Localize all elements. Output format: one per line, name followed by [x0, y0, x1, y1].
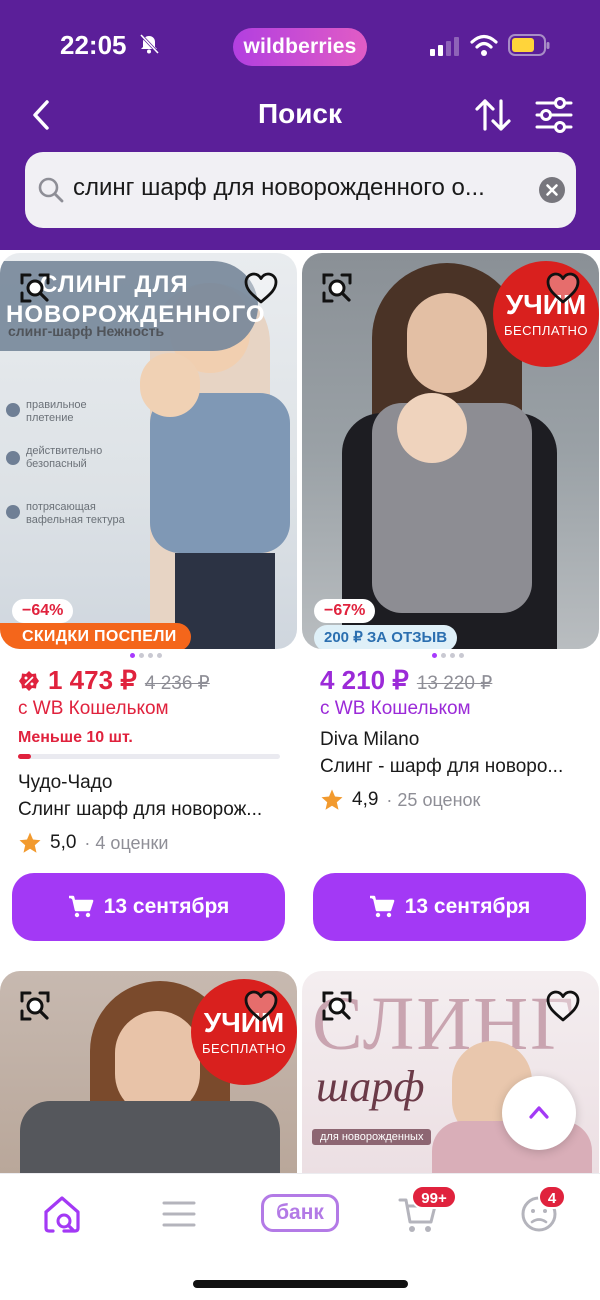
- add-to-cart-button[interactable]: 13 сентября: [313, 873, 586, 941]
- heart-icon[interactable]: [243, 989, 279, 1023]
- battery-icon: [508, 34, 550, 56]
- heart-icon[interactable]: [243, 271, 279, 305]
- catalog-menu-icon[interactable]: [157, 1192, 201, 1236]
- search-query[interactable]: слинг шарф для новорожденного о...: [73, 174, 533, 202]
- clear-icon[interactable]: [539, 177, 565, 203]
- rating-value: 4,9: [352, 789, 379, 810]
- stock-bar: [18, 754, 280, 759]
- feature-text: действительно безопасный: [26, 445, 103, 470]
- product-image-subtitle: шарф: [316, 1062, 425, 1111]
- product-brand: Diva Milano: [320, 729, 420, 750]
- cart-icon: [369, 895, 395, 918]
- product-name[interactable]: Слинг шарф для новорож...: [18, 799, 280, 821]
- cart-icon: [68, 895, 94, 918]
- search-icon: [38, 177, 64, 203]
- visual-search-icon[interactable]: [18, 989, 52, 1023]
- product-card[interactable]: УЧИМ БЕСПЛАТНО: [0, 971, 297, 1173]
- badge-line2: БЕСПЛАТНО: [201, 1041, 287, 1056]
- price-row: 1 473 ₽ 4 236 ₽: [18, 665, 210, 701]
- search-input[interactable]: слинг шарф для новорожденного о...: [25, 152, 576, 228]
- wallet-note: с WB Кошельком: [18, 698, 169, 719]
- delivery-date: 13 сентября: [404, 895, 531, 918]
- promo-title-line1: СЛИНГ ДЛЯ: [40, 271, 189, 298]
- feature-text: правильное плетение: [26, 399, 87, 424]
- promo-subtitle: слинг-шарф Нежность: [8, 323, 165, 339]
- feature-text: потрясающая вафельная тектура: [26, 501, 125, 526]
- rating-count: · 25 оценок: [386, 789, 481, 810]
- chevron-up-icon: [529, 1106, 549, 1119]
- bullet-icon: [6, 451, 20, 465]
- filter-icon[interactable]: [534, 97, 574, 133]
- discount-badge: −64%: [12, 599, 74, 623]
- app-header: 22:05 wildberries Поиск слинг шарф для н…: [0, 0, 600, 250]
- discount-percent-icon: [19, 671, 39, 691]
- discount-badge: −67%: [314, 599, 376, 623]
- home-search-icon[interactable]: [40, 1192, 84, 1236]
- home-indicator: [193, 1280, 408, 1288]
- rating: 5,0 · 4 оценки: [18, 830, 168, 856]
- bullet-icon: [6, 403, 20, 417]
- stock-fill: [18, 754, 31, 759]
- delivery-date: 13 сентября: [103, 895, 230, 918]
- product-image[interactable]: СЛИНГ ДЛЯ НОВОРОЖДЕННОГО слинг-шарф Нежн…: [0, 253, 297, 649]
- product-image-caption: для новорожденных: [312, 1129, 432, 1145]
- add-to-cart-button[interactable]: 13 сентября: [12, 873, 285, 941]
- old-price: 13 220 ₽: [416, 673, 493, 694]
- star-icon: [321, 789, 343, 810]
- rating-value: 5,0: [50, 832, 77, 853]
- product-name[interactable]: Слинг - шарф для новоро...: [320, 756, 582, 778]
- rating: 4,9 · 25 оценок: [320, 787, 480, 813]
- heart-icon[interactable]: [545, 271, 581, 305]
- carousel-dots: [432, 653, 472, 659]
- product-image[interactable]: УЧИМ БЕСПЛАТНО −67% 200 ₽ ЗА ОТЗЫВ: [302, 253, 599, 649]
- badge-line2: БЕСПЛАТНО: [503, 323, 589, 338]
- wildberries-logo: wildberries: [233, 28, 367, 66]
- nav-bar: Поиск: [0, 92, 600, 142]
- price: 1 473 ₽: [48, 665, 137, 695]
- product-card[interactable]: УЧИМ БЕСПЛАТНО −67% 200 ₽ ЗА ОТЗЫВ 4 210…: [302, 253, 599, 953]
- bell-muted-icon: [139, 33, 160, 55]
- product-image[interactable]: УЧИМ БЕСПЛАТНО: [0, 971, 297, 1173]
- cart-count-badge: 99+: [411, 1185, 457, 1209]
- old-price: 4 236 ₽: [144, 673, 210, 694]
- star-icon: [19, 832, 41, 853]
- promo-tag: 200 ₽ ЗА ОТЗЫВ: [314, 625, 458, 649]
- product-brand: Чудо-Чадо: [18, 772, 113, 793]
- stock-warning: Меньше 10 шт.: [18, 729, 133, 746]
- wifi-icon: [470, 34, 498, 56]
- wallet-note: с WB Кошельком: [320, 698, 471, 719]
- scroll-to-top-button[interactable]: [502, 1076, 576, 1150]
- status-bar: 22:05 wildberries: [0, 0, 600, 92]
- heart-icon[interactable]: [545, 989, 581, 1023]
- visual-search-icon[interactable]: [320, 271, 354, 305]
- price: 4 210 ₽: [320, 665, 409, 695]
- rating-count: · 4 оценки: [84, 832, 169, 853]
- signal-icon: [430, 37, 459, 56]
- visual-search-icon[interactable]: [320, 989, 354, 1023]
- promo-tag: СКИДКИ ПОСПЕЛИ: [0, 623, 191, 649]
- visual-search-icon[interactable]: [18, 271, 52, 305]
- bullet-icon: [6, 505, 20, 519]
- sort-icon[interactable]: [474, 97, 512, 133]
- price-row: 4 210 ₽ 13 220 ₽: [320, 665, 492, 701]
- carousel-dots: [130, 653, 170, 659]
- product-card[interactable]: СЛИНГ ДЛЯ НОВОРОЖДЕННОГО слинг-шарф Нежн…: [0, 253, 297, 953]
- bank-tab[interactable]: банк: [261, 1194, 339, 1232]
- status-time: 22:05: [60, 30, 127, 60]
- profile-count-badge: 4: [538, 1185, 566, 1209]
